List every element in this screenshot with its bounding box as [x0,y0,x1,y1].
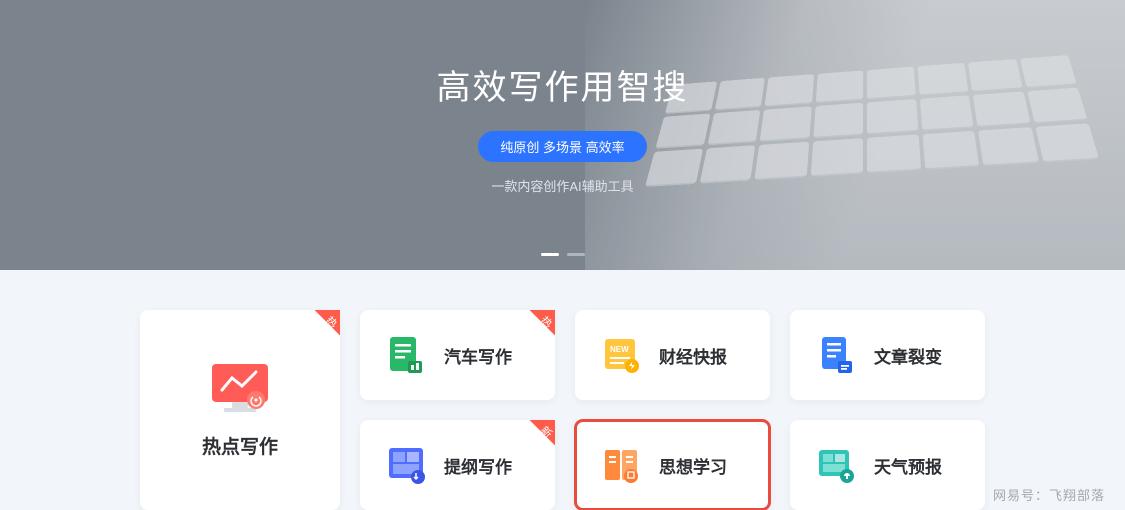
feature-card-weather[interactable]: 天气预报 [790,420,985,510]
watermark-text: 网易号：飞翔部落 [993,485,1105,504]
hero-tag-pill: 纯原创 多场景 高效率 [478,131,646,162]
hot-ribbon: 热 [304,310,340,346]
feature-card-outline-writing[interactable]: 新 提纲写作 [360,420,555,510]
doc-green-icon [386,335,426,375]
feature-card-label: 天气预报 [874,453,942,478]
feature-card-label: 热点写作 [202,432,278,459]
svg-text:NEW: NEW [610,345,629,354]
hero-subtitle: 一款内容创作AI辅助工具 [491,176,633,195]
carousel-dots[interactable] [541,253,585,256]
feature-card-label: 文章裂变 [874,343,942,368]
feature-card-auto-writing[interactable]: 热 汽车写作 [360,310,555,400]
feature-card-article-split[interactable]: 文章裂变 [790,310,985,400]
weather-teal-icon [816,445,856,485]
book-orange-icon [601,445,641,485]
new-ribbon: 新 [519,420,555,456]
hero-bg-image [585,0,1125,270]
grid-blue-icon [386,445,426,485]
hot-ribbon: 热 [519,310,555,346]
doc-blue-icon [816,335,856,375]
small-card-grid: 热 汽车写作 NEW 财经快报 [360,310,985,510]
carousel-dot[interactable] [541,253,559,256]
chart-monitor-icon [210,362,270,414]
feature-card-label: 财经快报 [659,343,727,368]
keyboard-illustration [628,55,1119,250]
news-yellow-icon: NEW [601,335,641,375]
feature-card-finance-news[interactable]: NEW 财经快报 [575,310,770,400]
hero-title: 高效写作用智搜 [437,60,689,109]
feature-card-hot-writing[interactable]: 热 热点写作 [140,310,340,510]
feature-card-label: 汽车写作 [444,343,512,368]
feature-card-label: 思想学习 [659,453,727,478]
hero-banner: 高效写作用智搜 纯原创 多场景 高效率 一款内容创作AI辅助工具 [0,0,1125,270]
feature-card-thought-study[interactable]: 思想学习 [575,420,770,510]
feature-grid: 热 热点写作 热 汽车写作 [0,270,1125,510]
carousel-dot[interactable] [567,253,585,256]
feature-card-label: 提纲写作 [444,453,512,478]
